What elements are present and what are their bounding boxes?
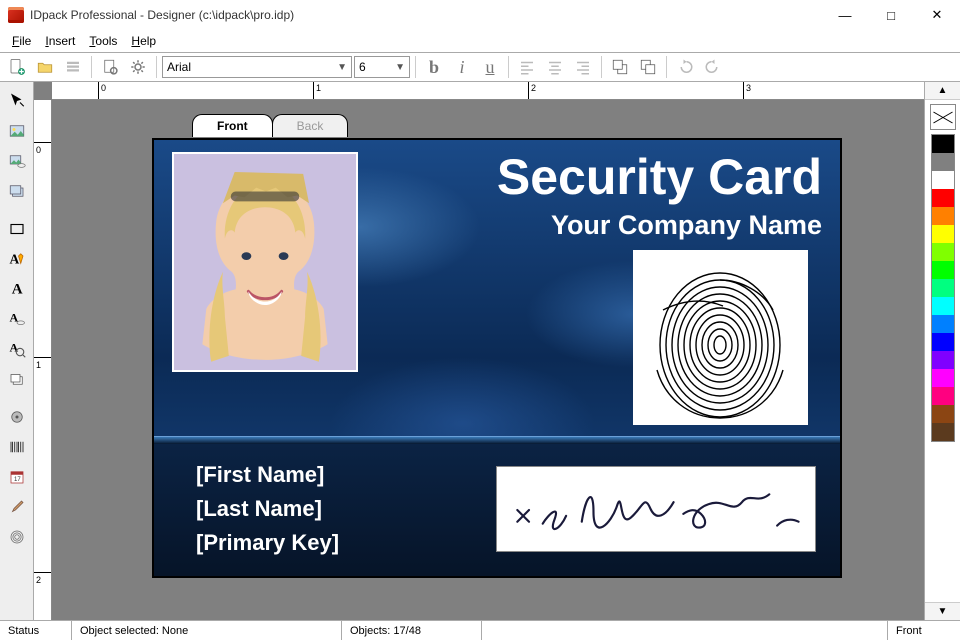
- bring-front-button[interactable]: [607, 55, 633, 79]
- tool-rect[interactable]: [4, 216, 30, 242]
- rotate-left-button[interactable]: [672, 55, 698, 79]
- tool-text-db[interactable]: A: [4, 306, 30, 332]
- color-swatch[interactable]: [932, 189, 954, 207]
- tab-front[interactable]: Front: [192, 114, 273, 137]
- card-divider: [154, 436, 840, 444]
- card-company[interactable]: Your Company Name: [384, 210, 822, 241]
- status-object-selected: Object selected: None: [72, 621, 342, 640]
- toolbar-new-button[interactable]: [4, 55, 30, 79]
- tool-text-plain[interactable]: A: [4, 276, 30, 302]
- card-field-first-name[interactable]: [First Name]: [196, 458, 339, 492]
- rotate-right-button[interactable]: [700, 55, 726, 79]
- palette-scroll-up[interactable]: ▲: [925, 82, 960, 100]
- color-swatch[interactable]: [932, 261, 954, 279]
- tool-fingerprint[interactable]: [4, 524, 30, 550]
- color-swatch[interactable]: [932, 315, 954, 333]
- align-left-button[interactable]: [514, 55, 540, 79]
- chevron-down-icon: ▼: [337, 62, 347, 73]
- window-minimize-button[interactable]: —: [822, 0, 868, 30]
- window-close-button[interactable]: ✕: [914, 0, 960, 30]
- id-card[interactable]: Security Card Your Company Name: [152, 138, 842, 578]
- bold-button[interactable]: b: [421, 55, 447, 79]
- menu-help[interactable]: Help: [125, 32, 162, 50]
- color-swatch[interactable]: [932, 297, 954, 315]
- status-label: Status: [0, 621, 72, 640]
- color-swatch[interactable]: [932, 423, 954, 441]
- color-swatch[interactable]: [932, 387, 954, 405]
- tool-image[interactable]: [4, 118, 30, 144]
- color-swatch[interactable]: [932, 279, 954, 297]
- status-objects-count: Objects: 17/48: [342, 621, 482, 640]
- menu-insert[interactable]: Insert: [39, 32, 81, 50]
- color-swatch[interactable]: [932, 153, 954, 171]
- toolbar-settings-button[interactable]: [125, 55, 151, 79]
- color-swatch[interactable]: [932, 135, 954, 153]
- tool-record[interactable]: [4, 404, 30, 430]
- status-bar: Status Object selected: None Objects: 17…: [0, 620, 960, 640]
- italic-button[interactable]: i: [449, 55, 475, 79]
- status-side: Front: [888, 621, 960, 640]
- card-fields: [First Name] [Last Name] [Primary Key]: [196, 458, 339, 560]
- font-size-value: 6: [359, 60, 366, 74]
- color-swatch[interactable]: [932, 243, 954, 261]
- chevron-down-icon: ▼: [395, 62, 405, 73]
- ruler-vertical: 0 1 2: [34, 100, 52, 620]
- app-icon: [8, 7, 24, 23]
- tool-paintbrush[interactable]: [4, 494, 30, 520]
- card-field-primary-key[interactable]: [Primary Key]: [196, 526, 339, 560]
- window-maximize-button[interactable]: □: [868, 0, 914, 30]
- toolbox: A A A A 17: [0, 82, 34, 620]
- font-size-combo[interactable]: 6 ▼: [354, 56, 410, 78]
- card-fingerprint[interactable]: [633, 250, 808, 425]
- svg-text:A: A: [11, 282, 22, 298]
- color-swatch[interactable]: [932, 225, 954, 243]
- tool-image-layered[interactable]: [4, 178, 30, 204]
- color-swatch[interactable]: [932, 333, 954, 351]
- card-field-last-name[interactable]: [Last Name]: [196, 492, 339, 526]
- tool-text[interactable]: A: [4, 246, 30, 272]
- window-title: IDpack Professional - Designer (c:\idpac…: [30, 8, 294, 22]
- toolbar-props-button[interactable]: [60, 55, 86, 79]
- font-family-combo[interactable]: Arial ▼: [162, 56, 352, 78]
- tool-select[interactable]: [4, 88, 30, 114]
- card-title[interactable]: Security Card: [384, 148, 822, 206]
- menu-file[interactable]: File: [6, 32, 37, 50]
- tool-layers[interactable]: [4, 366, 30, 392]
- status-spacer: [482, 621, 888, 640]
- menu-tools[interactable]: Tools: [83, 32, 123, 50]
- svg-text:A: A: [9, 252, 19, 267]
- tool-zoom-text[interactable]: A: [4, 336, 30, 362]
- tab-back[interactable]: Back: [272, 114, 349, 137]
- tool-barcode[interactable]: [4, 434, 30, 460]
- color-palette-panel: ▲ ▼: [924, 82, 960, 620]
- toolbar-open-button[interactable]: [32, 55, 58, 79]
- design-canvas[interactable]: Front Back: [52, 100, 924, 620]
- svg-text:17: 17: [14, 477, 21, 483]
- color-swatch[interactable]: [932, 369, 954, 387]
- send-back-button[interactable]: [635, 55, 661, 79]
- card-photo[interactable]: [172, 152, 358, 372]
- toolbar: Arial ▼ 6 ▼ b i u: [0, 52, 960, 82]
- toolbar-page-setup-button[interactable]: [97, 55, 123, 79]
- tool-image-db[interactable]: [4, 148, 30, 174]
- palette-scroll-down[interactable]: ▼: [925, 602, 960, 620]
- card-signature[interactable]: [496, 466, 816, 552]
- tool-calendar[interactable]: 17: [4, 464, 30, 490]
- color-swatch[interactable]: [932, 207, 954, 225]
- no-color-swatch[interactable]: [930, 104, 956, 130]
- color-swatch[interactable]: [932, 405, 954, 423]
- font-family-value: Arial: [167, 60, 191, 74]
- align-right-button[interactable]: [570, 55, 596, 79]
- color-swatch[interactable]: [932, 171, 954, 189]
- underline-button[interactable]: u: [477, 55, 503, 79]
- svg-text:A: A: [9, 340, 18, 354]
- titlebar: IDpack Professional - Designer (c:\idpac…: [0, 0, 960, 30]
- align-center-button[interactable]: [542, 55, 568, 79]
- menu-bar: File Insert Tools Help: [0, 30, 960, 52]
- ruler-horizontal: 0 1 2 3: [52, 82, 924, 100]
- color-swatch[interactable]: [932, 351, 954, 369]
